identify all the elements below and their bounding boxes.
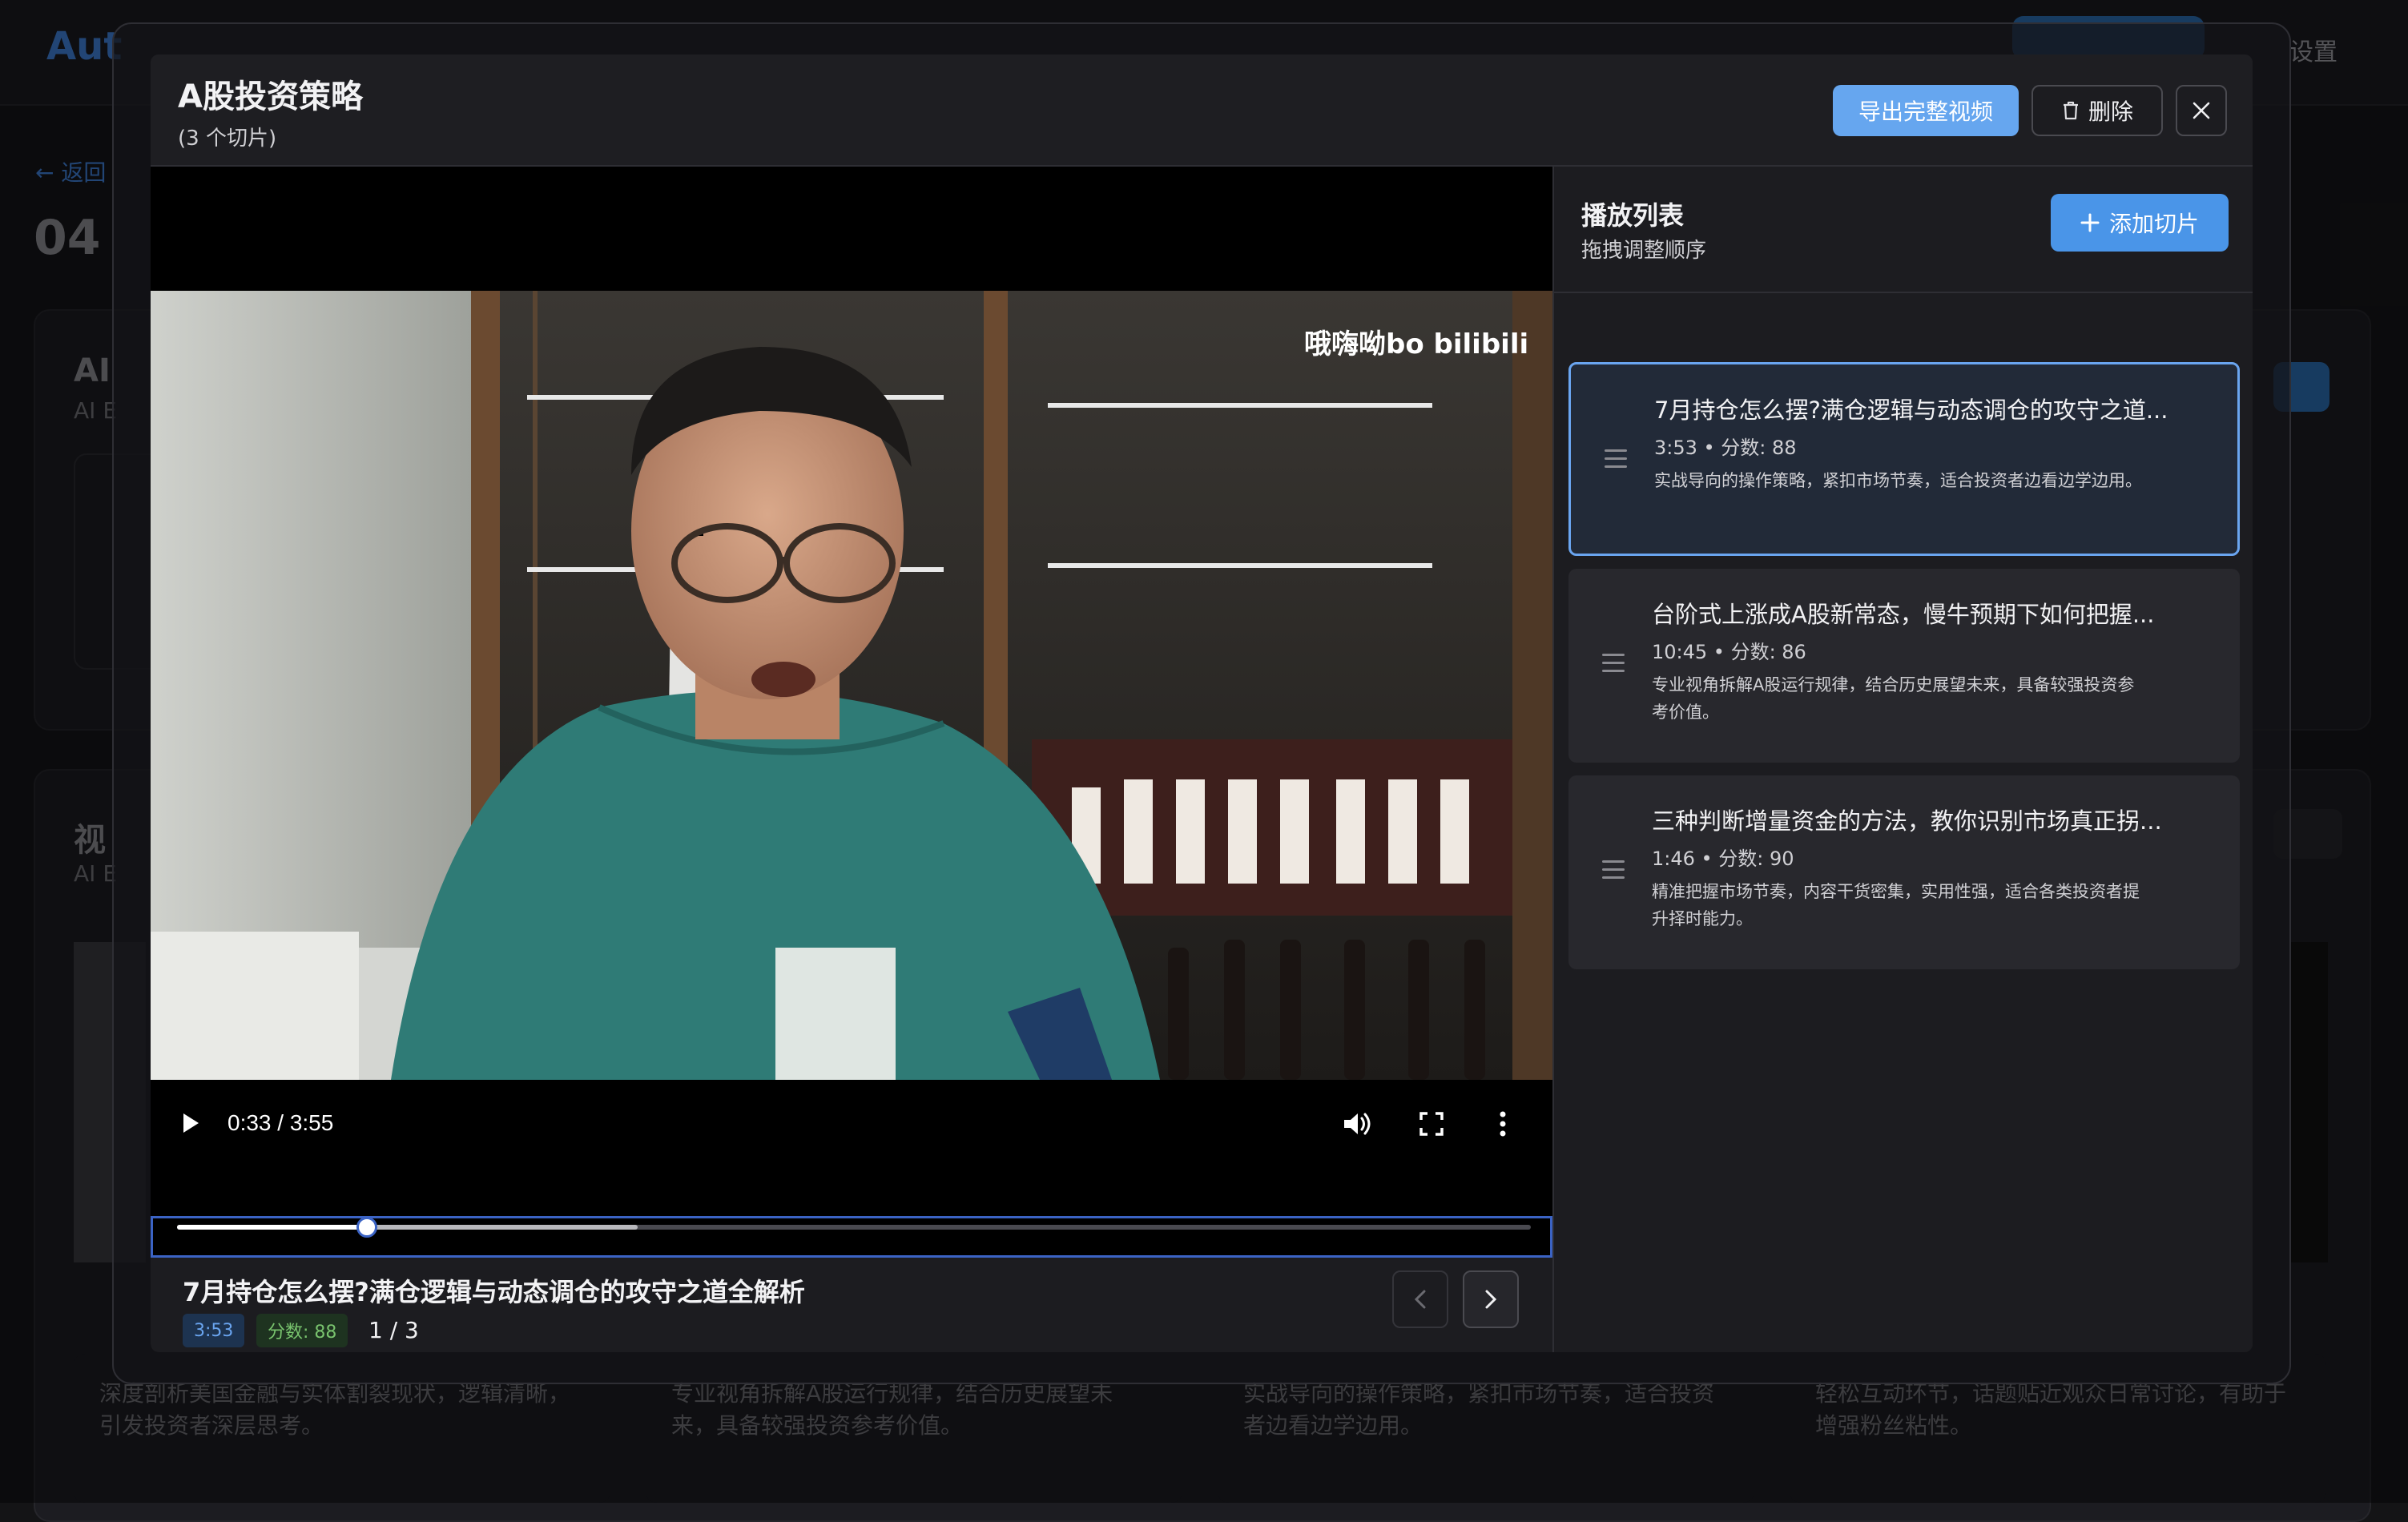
export-video-label: 导出完整视频 [1858, 99, 1993, 125]
playlist-item-description: 专业视角拆解A股运行规律，结合历史展望未来，具备较强投资参考价值。 [1652, 675, 2135, 722]
clip-pager: 1 / 3 [368, 1317, 419, 1343]
trash-icon [2063, 101, 2078, 120]
playlist-item-description: 实战导向的操作策略，紧扣市场节奏，适合投资者边看边学边用。 [1654, 471, 2142, 490]
playlist-item-meta: 10:45 • 分数: 86 [1652, 641, 1806, 663]
playlist-title: 播放列表 [1581, 200, 1685, 231]
play-icon[interactable] [181, 1112, 200, 1134]
delete-label: 删除 [2088, 99, 2133, 125]
duration-badge: 3:53 [183, 1314, 245, 1347]
export-video-button[interactable]: 导出完整视频 [1833, 85, 2019, 136]
close-button[interactable] [2176, 85, 2227, 136]
drag-handle-icon[interactable] [1605, 449, 1627, 470]
previous-clip-button[interactable] [1392, 1270, 1448, 1328]
chevron-left-icon [1414, 1290, 1426, 1309]
video-watermark: 哦嗨呦bo bilibili [1304, 328, 1528, 360]
modal-title: A股投资策略 [178, 79, 363, 115]
playlist-item-description: 精准把握市场节奏，内容干货密集，实用性强，适合各类投资者提升择时能力。 [1652, 882, 2140, 928]
seek-bar[interactable] [151, 1216, 1552, 1258]
close-icon [2193, 102, 2210, 119]
seek-handle[interactable] [356, 1217, 377, 1238]
playlist-item-title: 三种判断增量资金的方法，教你识别市场真正拐... [1652, 807, 2162, 835]
more-options-icon[interactable] [1498, 1110, 1508, 1137]
playlist-subtitle: 拖拽调整顺序 [1581, 239, 1707, 263]
playlist-panel: 播放列表 拖拽调整顺序 添加切片 7月持仓怎么摆?满仓逻辑与动态调仓的攻守之道.… [1552, 167, 2253, 1352]
playlist-item[interactable]: 三种判断增量资金的方法，教你识别市场真正拐... 1:46 • 分数: 90 精… [1568, 775, 2240, 969]
seek-progress [177, 1225, 367, 1230]
next-clip-button[interactable] [1463, 1270, 1519, 1328]
playlist-item-title: 台阶式上涨成A股新常态，慢牛预期下如何把握... [1652, 601, 2155, 628]
playlist-item-title: 7月持仓怎么摆?满仓逻辑与动态调仓的攻守之道... [1654, 397, 2168, 424]
modal-header: A股投资策略 (3 个切片) 导出完整视频 删除 [151, 54, 2253, 167]
add-clip-button[interactable]: 添加切片 [2051, 194, 2229, 252]
video-player[interactable]: 哦嗨呦bo bilibili 0:33 / 3:55 [151, 167, 1552, 1352]
delete-button[interactable]: 删除 [2031, 85, 2163, 136]
fullscreen-icon[interactable] [1419, 1112, 1444, 1136]
video-still: 哦嗨呦bo bilibili [151, 291, 1552, 1080]
playlist-item[interactable]: 7月持仓怎么摆?满仓逻辑与动态调仓的攻守之道... 3:53 • 分数: 88 … [1568, 362, 2240, 556]
chevron-right-icon [1485, 1290, 1497, 1309]
score-badge: 分数: 88 [256, 1314, 348, 1347]
volume-icon[interactable] [1343, 1110, 1371, 1137]
playback-time: 0:33 / 3:55 [228, 1110, 334, 1135]
playlist-header: 播放列表 拖拽调整顺序 添加切片 [1554, 167, 2253, 293]
now-playing-bar: 7月持仓怎么摆?满仓逻辑与动态调仓的攻守之道全解析 3:53 分数: 88 1 … [151, 1258, 1552, 1352]
clip-count: (3 个切片) [178, 127, 277, 151]
compilation-modal: A股投资策略 (3 个切片) 导出完整视频 删除 哦嗨呦bo bilibili … [151, 54, 2253, 1352]
video-frame[interactable]: 哦嗨呦bo bilibili [151, 291, 1552, 1080]
playlist-item[interactable]: 台阶式上涨成A股新常态，慢牛预期下如何把握... 10:45 • 分数: 86 … [1568, 569, 2240, 763]
current-clip-title: 7月持仓怎么摆?满仓逻辑与动态调仓的攻守之道全解析 [183, 1277, 805, 1307]
drag-handle-icon[interactable] [1602, 654, 1625, 674]
add-clip-label: 添加切片 [2108, 211, 2199, 237]
plus-icon [2080, 213, 2100, 232]
player-controls: 0:33 / 3:55 [151, 1080, 1552, 1168]
drag-handle-icon[interactable] [1602, 860, 1625, 881]
playlist-item-meta: 1:46 • 分数: 90 [1652, 848, 1794, 870]
playlist-item-meta: 3:53 • 分数: 88 [1654, 437, 1797, 459]
